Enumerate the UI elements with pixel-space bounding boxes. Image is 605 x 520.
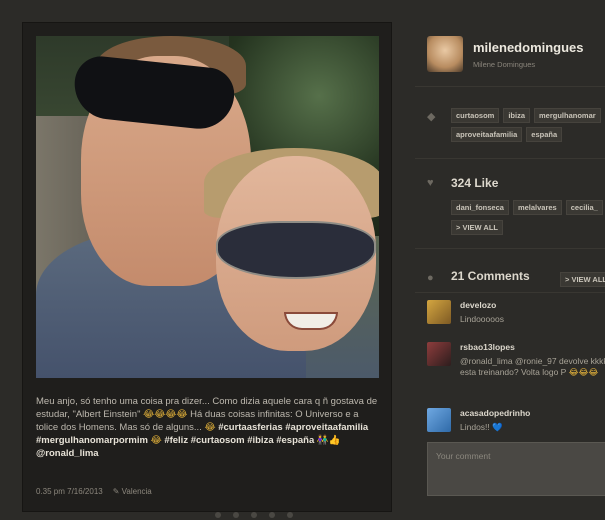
full-name: Milene Domingues: [473, 59, 536, 69]
divider: [415, 292, 605, 293]
caption-hashtags-2[interactable]: #feliz #curtaosom #ibiza #españa: [164, 435, 314, 446]
divider: [415, 158, 605, 159]
divider: [415, 86, 605, 87]
comment-text: @ronald_lima @ronie_97 devolve kkkk esta…: [460, 356, 605, 377]
page-dot[interactable]: [251, 512, 257, 518]
comments-view-all-button[interactable]: > VIEW ALL: [560, 272, 605, 287]
comment-user[interactable]: rsbao13lopes: [460, 342, 605, 352]
comment-item: rsbao13lopes @ronald_lima @ronie_97 devo…: [427, 342, 605, 390]
profile-header: milenedomingues Milene Domingues: [427, 36, 584, 72]
post-card: Meu anjo, só tenho uma coisa pra dizer..…: [22, 22, 392, 512]
caption-mention[interactable]: @ronald_lima: [36, 448, 99, 459]
tag-chip[interactable]: ibiza: [503, 108, 531, 123]
post-caption: Meu anjo, só tenho uma coisa pra dizer..…: [36, 396, 378, 459]
pagination-dots: [215, 512, 293, 518]
like-count[interactable]: 324 Like: [451, 176, 498, 190]
comment-text: Lindooooos: [460, 314, 504, 324]
comment-avatar[interactable]: [427, 408, 451, 432]
post-meta: 0.35 pm 7/16/2013 ✎ Valencia: [36, 487, 152, 496]
comment-item: acasadopedrinho Lindos!! 💙: [427, 408, 605, 433]
like-user-chip[interactable]: melalvares: [512, 200, 562, 215]
post-photo[interactable]: [36, 36, 379, 378]
location-label: Valencia: [121, 487, 152, 496]
page-dot[interactable]: [269, 512, 275, 518]
tag-chip[interactable]: mergulhanomar: [534, 108, 601, 123]
avatar[interactable]: [427, 36, 463, 72]
comment-count: 21 Comments: [451, 269, 530, 283]
comment-user[interactable]: develozo: [460, 300, 605, 310]
comment-input[interactable]: Your comment: [427, 442, 605, 496]
tag-chip[interactable]: curtaosom: [451, 108, 500, 123]
location[interactable]: ✎ Valencia: [113, 487, 152, 496]
username[interactable]: milenedomingues: [473, 40, 584, 55]
comment-icon: ●: [427, 272, 434, 284]
page-dot[interactable]: [287, 512, 293, 518]
tag-chip[interactable]: aproveitaafamilia: [451, 127, 523, 142]
like-user-chip[interactable]: cecilia_: [565, 200, 603, 215]
page-dot[interactable]: [215, 512, 221, 518]
tag-icon: ◆: [427, 111, 436, 123]
tag-chip[interactable]: españa: [526, 127, 563, 142]
post-time: 0.35 pm 7/16/2013: [36, 487, 103, 496]
page-dot[interactable]: [233, 512, 239, 518]
comment-user[interactable]: acasadopedrinho: [460, 408, 605, 418]
comment-avatar[interactable]: [427, 300, 451, 324]
like-users: dani_fonseca melalvares cecilia_: [451, 200, 605, 215]
likes-view-all-button[interactable]: > VIEW ALL: [451, 220, 504, 235]
divider: [415, 248, 605, 249]
heart-icon: ♥: [427, 177, 434, 189]
like-user-chip[interactable]: dani_fonseca: [451, 200, 509, 215]
tag-list: curtaosom ibiza mergulhanomar aproveitaa…: [451, 108, 605, 142]
comment-item: develozo Lindooooos: [427, 300, 605, 325]
comment-text: Lindos!! 💙: [460, 422, 503, 432]
pencil-icon: ✎: [112, 487, 120, 496]
comment-avatar[interactable]: [427, 342, 451, 366]
